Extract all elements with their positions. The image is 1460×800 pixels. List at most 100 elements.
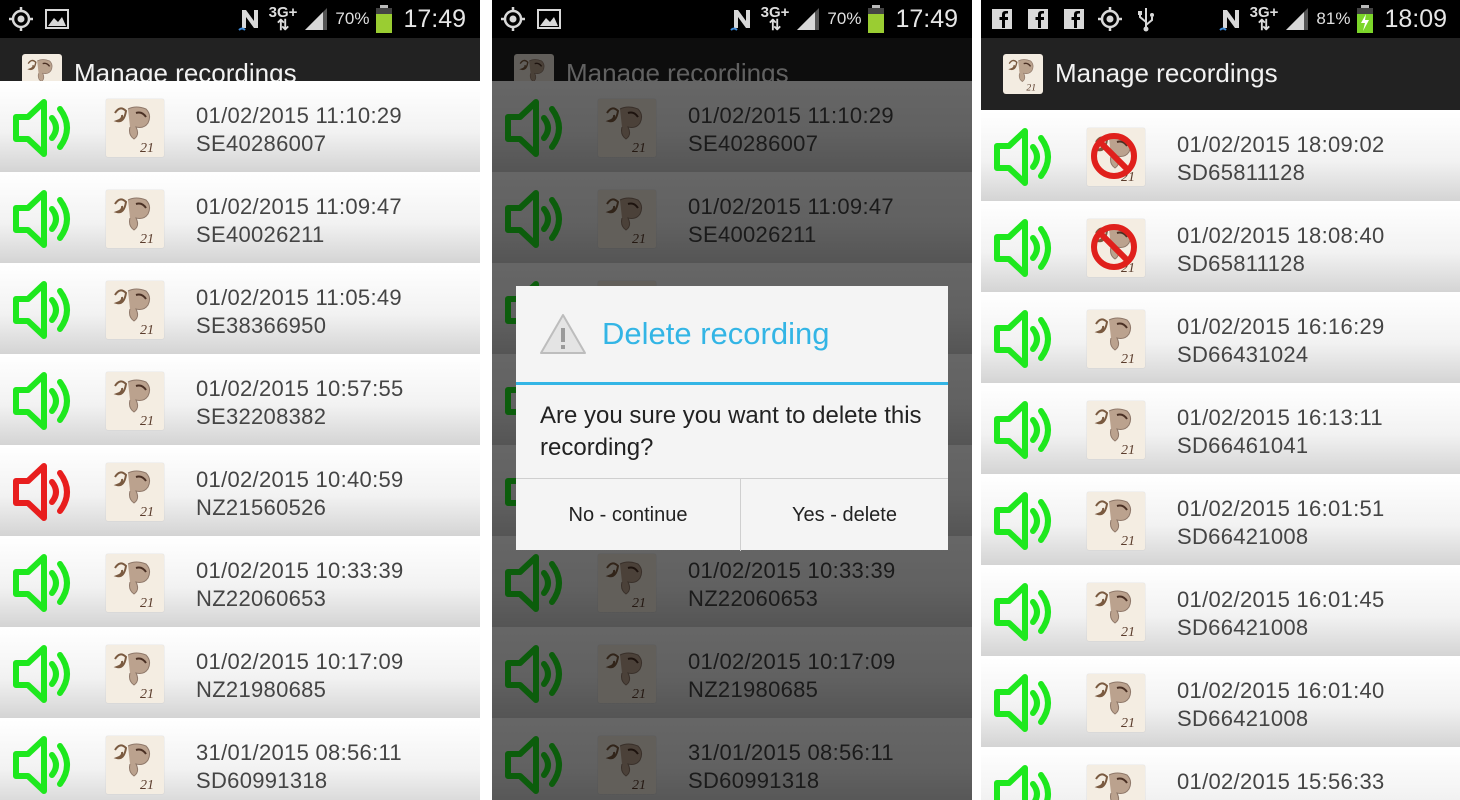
- dialog-header: Delete recording: [516, 286, 948, 385]
- recording-datetime: 01/02/2015 10:57:55: [196, 376, 404, 401]
- network-type: 3G+ ⇅: [1249, 4, 1279, 34]
- nfc-icon: [729, 6, 755, 32]
- recording-number: SD66421008: [1177, 615, 1309, 640]
- battery-icon: [375, 5, 393, 33]
- nfc-icon: [237, 6, 263, 32]
- speaker-icon[interactable]: [10, 275, 80, 345]
- speaker-icon[interactable]: [10, 457, 80, 527]
- blocked-contact-icon: 21: [1087, 219, 1145, 277]
- recording-number: SD65811128: [1177, 251, 1306, 276]
- yes-delete-button[interactable]: Yes - delete: [741, 479, 948, 551]
- recording-row[interactable]: 21 01/02/2015 11:05:49 SE38366950: [0, 263, 480, 354]
- signal-icon: [795, 6, 821, 32]
- battery-icon: [867, 5, 885, 33]
- status-bar: 3G+ ⇅ 70% 17:49: [492, 0, 972, 38]
- dialog-message: Are you sure you want to delete this rec…: [540, 402, 922, 461]
- contact-thumbnail-icon: 21: [106, 190, 164, 248]
- recording-row[interactable]: 21 01/02/2015 10:57:55 SE32208382: [0, 354, 480, 445]
- recording-row[interactable]: 21 01/02/2015 16:13:11 SD66461041: [981, 383, 1460, 474]
- status-time: 17:49: [895, 4, 958, 33]
- svg-text:21: 21: [140, 414, 154, 429]
- no-continue-button[interactable]: No - continue: [516, 479, 740, 551]
- contact-thumbnail-icon: 21: [106, 99, 164, 157]
- recording-row[interactable]: 21 01/02/2015 11:09:47 SE40026211: [0, 172, 480, 263]
- speaker-icon[interactable]: [10, 366, 80, 436]
- recording-number: SE32208382: [196, 404, 327, 429]
- dim-overlay-top: [492, 38, 972, 110]
- recording-number: SD66461041: [1177, 433, 1309, 458]
- facebook-icon: [989, 6, 1015, 32]
- svg-text:21: 21: [140, 232, 154, 247]
- blocked-contact-icon: 21: [1087, 128, 1145, 186]
- recording-number: NZ21980685: [196, 677, 327, 702]
- svg-text:21: 21: [140, 141, 154, 156]
- recording-datetime: 01/02/2015 16:01:40: [1177, 678, 1385, 703]
- speaker-icon[interactable]: [991, 486, 1061, 556]
- delete-dialog: Delete recording Are you sure you want to…: [516, 286, 948, 551]
- nfc-icon: [1218, 6, 1244, 32]
- contact-thumbnail-icon: 21: [1087, 765, 1145, 800]
- recording-row[interactable]: 21 01/02/2015 16:01:45 SD66421008: [981, 565, 1460, 656]
- speaker-icon[interactable]: [991, 213, 1061, 283]
- svg-text:21: 21: [140, 687, 154, 702]
- recording-datetime: 01/02/2015 10:33:39: [196, 558, 404, 583]
- speaker-icon[interactable]: [10, 730, 80, 800]
- battery-icon: [1356, 5, 1374, 33]
- speaker-icon[interactable]: [991, 395, 1061, 465]
- gallery-icon: [44, 6, 70, 32]
- facebook-icon: [1061, 6, 1087, 32]
- speaker-icon[interactable]: [991, 304, 1061, 374]
- recording-row[interactable]: 21 01/02/2015 11:10:29 SE40286007: [0, 81, 480, 172]
- speaker-icon[interactable]: [10, 548, 80, 618]
- contact-thumbnail-icon: 21: [106, 281, 164, 339]
- svg-text:21: 21: [1026, 83, 1036, 94]
- status-bar: 3G+ ⇅ 70% 17:49: [0, 0, 480, 38]
- recording-row[interactable]: 21 01/02/2015 18:09:02 SD65811128: [981, 110, 1460, 201]
- gps-icon: [500, 6, 526, 32]
- recording-datetime: 01/02/2015 11:09:47: [196, 194, 402, 219]
- speaker-icon[interactable]: [991, 577, 1061, 647]
- recording-number: NZ22060653: [196, 586, 327, 611]
- dialog-title: Delete recording: [602, 316, 830, 351]
- recording-row[interactable]: 21 01/02/2015 16:01:40 SD66421008: [981, 656, 1460, 747]
- recording-number: SD66421008: [1177, 706, 1309, 731]
- speaker-icon[interactable]: [991, 668, 1061, 738]
- contact-thumbnail-icon: 21: [106, 736, 164, 794]
- recording-row[interactable]: 21 31/01/2015 08:56:11 SD60991318: [0, 718, 480, 800]
- app-logo-icon[interactable]: 21: [1003, 54, 1043, 94]
- contact-thumbnail-icon: 21: [106, 554, 164, 612]
- recording-number: SD60991318: [196, 768, 328, 793]
- svg-text:21: 21: [1121, 534, 1135, 549]
- recording-number: SD66431024: [1177, 342, 1309, 367]
- recording-datetime: 01/02/2015 11:10:29: [196, 103, 402, 128]
- recording-row[interactable]: 21 01/02/2015 16:01:51 SD66421008: [981, 474, 1460, 565]
- contact-thumbnail-icon: 21: [106, 463, 164, 521]
- warning-icon: [538, 312, 588, 356]
- recording-number: SD65811128: [1177, 160, 1306, 185]
- speaker-icon[interactable]: [10, 184, 80, 254]
- svg-text:21: 21: [140, 778, 154, 793]
- recording-row[interactable]: 21 01/02/2015 18:08:40 SD65811128: [981, 201, 1460, 292]
- svg-text:21: 21: [1121, 443, 1135, 458]
- recording-datetime: 31/01/2015 08:56:11: [196, 740, 402, 765]
- speaker-icon[interactable]: [991, 759, 1061, 800]
- signal-icon: [303, 6, 329, 32]
- signal-icon: [1284, 6, 1310, 32]
- svg-text:21: 21: [1121, 352, 1135, 367]
- recording-datetime: 01/02/2015 18:08:40: [1177, 223, 1385, 248]
- speaker-icon[interactable]: [10, 93, 80, 163]
- speaker-icon[interactable]: [991, 122, 1061, 192]
- recording-row[interactable]: 21 01/02/2015 16:16:29 SD66431024: [981, 292, 1460, 383]
- contact-thumbnail-icon: 21: [1087, 583, 1145, 641]
- battery-percent: 81%: [1316, 9, 1351, 28]
- recording-row[interactable]: 21 01/02/2015 10:33:39 NZ22060653: [0, 536, 480, 627]
- gps-icon: [8, 6, 34, 32]
- recording-row[interactable]: 21 01/02/2015 10:17:09 NZ21980685: [0, 627, 480, 718]
- recording-row[interactable]: 2101/02/2015 15:56:33SD66416123: [981, 747, 1460, 800]
- recording-datetime: 01/02/2015 18:09:02: [1177, 132, 1385, 157]
- recording-row[interactable]: 21 01/02/2015 10:40:59 NZ21560526: [0, 445, 480, 536]
- speaker-icon[interactable]: [10, 639, 80, 709]
- contact-thumbnail-icon: 21: [1087, 310, 1145, 368]
- recording-datetime: 01/02/2015 10:17:09: [196, 649, 404, 674]
- dialog-buttons: No - continue Yes - delete: [516, 478, 948, 551]
